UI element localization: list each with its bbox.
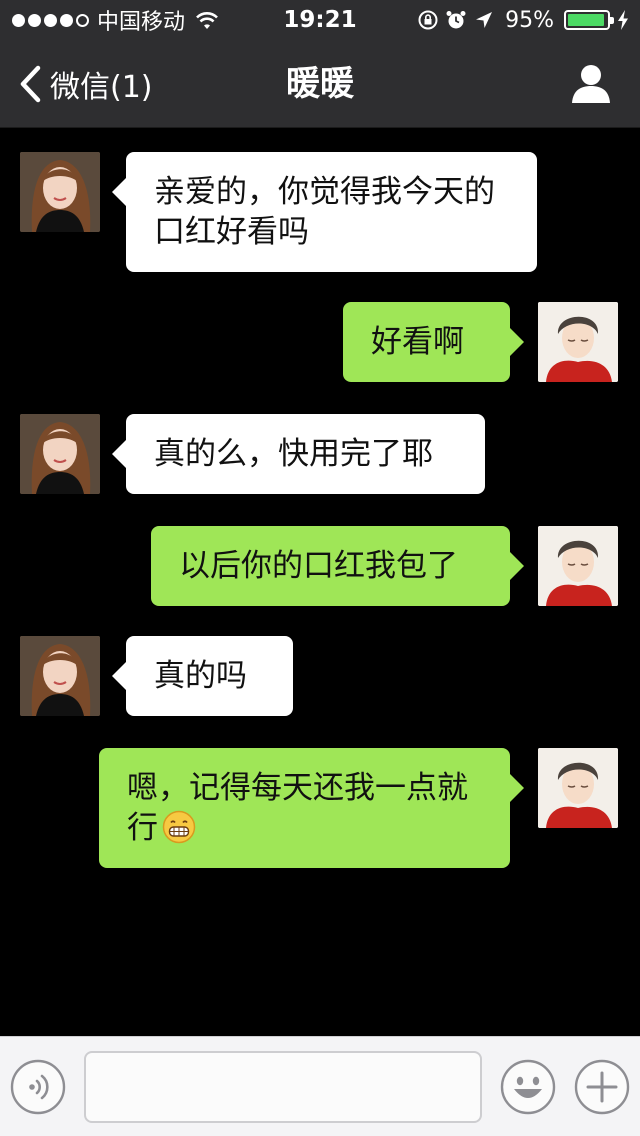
- message-list[interactable]: 亲爱的，你觉得我今天的口红好看吗 好看啊 真的么，快用完了耶 以后你的口红我包了…: [0, 128, 640, 1036]
- contact-avatar-image: [20, 414, 100, 494]
- smiley-icon[interactable]: [500, 1059, 556, 1115]
- contact-avatar[interactable]: [20, 152, 100, 232]
- my-avatar[interactable]: [538, 302, 618, 382]
- my-avatar-image: [538, 526, 618, 606]
- voice-icon[interactable]: [10, 1059, 66, 1115]
- plus-icon[interactable]: [574, 1059, 630, 1115]
- my-avatar[interactable]: [538, 526, 618, 606]
- battery-fill: [568, 14, 605, 26]
- incoming-message-bubble[interactable]: 真的吗: [112, 636, 293, 716]
- contact-avatar-image: [20, 152, 100, 232]
- outgoing-message-bubble[interactable]: 嗯，记得每天还我一点就行: [99, 748, 524, 868]
- status-bar: 中国移动 19:21 95%: [0, 0, 640, 40]
- my-avatar-image: [538, 302, 618, 382]
- message-text: 真的么，快用完了耶: [154, 436, 433, 472]
- message-text: 真的吗: [154, 658, 247, 694]
- location-arrow-icon: [476, 12, 493, 28]
- message-text: 好看啊: [371, 324, 464, 360]
- grin-emoji-icon: [162, 810, 196, 844]
- battery-icon: [564, 10, 614, 30]
- battery-percent: 95%: [505, 7, 554, 33]
- message-text: 亲爱的，你觉得我今天的口红好看吗: [154, 174, 495, 250]
- message-text: 以后你的口红我包了: [179, 548, 458, 584]
- nav-bar: 微信(1) 暖暖: [0, 40, 640, 128]
- status-right: 95%: [417, 0, 630, 40]
- my-avatar-image: [538, 748, 618, 828]
- alarm-icon: [446, 11, 466, 29]
- contact-avatar-image: [20, 636, 100, 716]
- input-bar: [0, 1036, 640, 1136]
- incoming-message-bubble[interactable]: 真的么，快用完了耶: [112, 414, 485, 494]
- contact-avatar[interactable]: [20, 414, 100, 494]
- incoming-message-bubble[interactable]: 亲爱的，你觉得我今天的口红好看吗: [112, 152, 537, 272]
- contact-avatar[interactable]: [20, 636, 100, 716]
- rotation-lock-icon: [418, 10, 438, 30]
- message-input[interactable]: [84, 1051, 482, 1123]
- my-avatar[interactable]: [538, 748, 618, 828]
- person-icon[interactable]: [570, 62, 612, 104]
- charging-bolt-icon: [618, 10, 628, 30]
- chat-title: 暖暖: [286, 64, 354, 104]
- outgoing-message-bubble[interactable]: 好看啊: [343, 302, 524, 382]
- outgoing-message-bubble[interactable]: 以后你的口红我包了: [151, 526, 524, 606]
